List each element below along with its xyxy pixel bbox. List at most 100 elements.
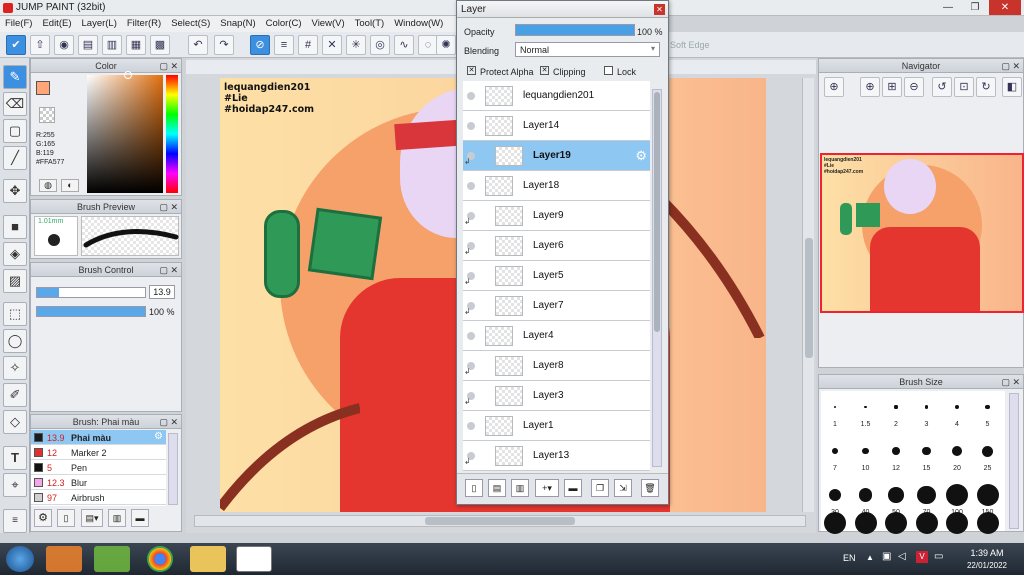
panel-close-icon[interactable]: ▢ ✕: [159, 200, 178, 214]
saturation-value-picker[interactable]: [87, 75, 163, 193]
snap-ellipse-icon[interactable]: ◌: [418, 35, 438, 55]
copy-brush-icon[interactable]: ▥: [108, 509, 126, 527]
brush-size-dot[interactable]: [864, 405, 867, 409]
menu-tool[interactable]: Tool(T): [350, 16, 390, 31]
more-tools-icon[interactable]: ≡: [3, 509, 27, 533]
select-eraser-tool-icon[interactable]: ◇: [3, 410, 27, 434]
brush-size-dot[interactable]: [954, 404, 960, 410]
brush-list-scrollbar[interactable]: [168, 433, 178, 505]
document-icon[interactable]: ▤: [78, 35, 98, 55]
brush-size-dot[interactable]: [917, 485, 936, 505]
layer-row[interactable]: ↲ Layer13: [463, 441, 650, 471]
new-layer-1bit-icon[interactable]: ▥: [511, 479, 529, 497]
brush-size-dot[interactable]: [976, 484, 999, 506]
network-icon[interactable]: ▣: [882, 551, 891, 562]
transparent-swatch[interactable]: [39, 107, 55, 123]
panel-close-icon[interactable]: ▢ ✕: [159, 415, 178, 429]
menu-edit[interactable]: Edit(E): [37, 16, 76, 31]
blending-select[interactable]: Normal ▾: [515, 42, 660, 57]
menu-filter[interactable]: Filter(R): [122, 16, 166, 31]
brush-opacity-slider[interactable]: [36, 306, 146, 317]
layer-row[interactable]: Layer14: [463, 111, 650, 141]
layer-row[interactable]: Layer18: [463, 171, 650, 201]
grid-alt-icon[interactable]: ▩: [150, 35, 170, 55]
menu-window[interactable]: Window(W): [389, 16, 448, 31]
brush-size-dot[interactable]: [833, 405, 837, 409]
file-explorer-icon[interactable]: [190, 546, 226, 572]
brush-folder-icon[interactable]: ▬: [131, 509, 149, 527]
close-icon[interactable]: ✕: [989, 0, 1021, 15]
app-green-icon[interactable]: [94, 546, 130, 572]
minimize-icon[interactable]: —: [935, 0, 961, 15]
undo-icon[interactable]: ↶: [188, 35, 208, 55]
zoom-full-icon[interactable]: ⊞: [882, 77, 902, 97]
color-set-icon[interactable]: ◍: [39, 179, 57, 192]
brush-list-item[interactable]: 97 Airbrush: [31, 490, 166, 505]
snap-vanish-icon[interactable]: ✺: [436, 35, 456, 55]
brush-size-dot[interactable]: [885, 512, 907, 534]
start-button[interactable]: [6, 546, 34, 572]
hue-slider[interactable]: [166, 75, 178, 193]
select-pen-tool-icon[interactable]: ✐: [3, 383, 27, 407]
brush-size-value[interactable]: 13.9: [149, 285, 175, 299]
power-icon[interactable]: ▭: [934, 551, 943, 562]
brush-size-dot[interactable]: [922, 446, 931, 456]
rotate-left-icon[interactable]: ↺: [932, 77, 952, 97]
flip-icon[interactable]: ◧: [1002, 77, 1022, 97]
zoom-fit-icon[interactable]: ⊕: [824, 77, 844, 97]
tray-expand-icon[interactable]: ▲: [866, 553, 874, 562]
brush-size-dot[interactable]: [854, 512, 877, 534]
merge-layer-icon[interactable]: ⇲: [614, 479, 632, 497]
volume-icon[interactable]: ◁: [898, 551, 906, 562]
eraser-tool-icon[interactable]: ⌫: [3, 92, 27, 116]
gradient-tool-icon[interactable]: ▨: [3, 269, 27, 293]
brush-size-dot[interactable]: [832, 448, 838, 454]
brush-size-dot[interactable]: [915, 512, 938, 534]
snap-cross-icon[interactable]: ✕: [322, 35, 342, 55]
magic-wand-tool-icon[interactable]: ✧: [3, 356, 27, 380]
menu-file[interactable]: File(F): [0, 16, 37, 31]
tray-app-icon[interactable]: V: [916, 551, 928, 563]
clipping-checkbox[interactable]: ✕: [540, 66, 549, 75]
layer-row[interactable]: ↲ Layer5: [463, 261, 650, 291]
language-indicator[interactable]: EN: [843, 553, 856, 563]
color-history-icon[interactable]: ◐: [61, 179, 79, 192]
lasso-tool-icon[interactable]: ◯: [3, 329, 27, 353]
grid-icon[interactable]: ▦: [126, 35, 146, 55]
snap-grid-icon[interactable]: #: [298, 35, 318, 55]
add-layer-menu-icon[interactable]: +▾: [535, 479, 559, 497]
brush-list-item[interactable]: 12.3 Blur: [31, 475, 166, 490]
check-icon[interactable]: ✔: [6, 35, 26, 55]
brush-settings-icon[interactable]: ⚙: [34, 509, 52, 527]
duplicate-layer-icon[interactable]: ❐: [591, 479, 609, 497]
panel-close-icon[interactable]: ▢ ✕: [1001, 59, 1020, 73]
layer-visibility-icon[interactable]: [467, 92, 475, 100]
zoom-in-icon[interactable]: ⊕: [860, 77, 880, 97]
canvas-vscrollbar[interactable]: [802, 78, 814, 512]
layer-opacity-slider[interactable]: [515, 24, 635, 36]
brush-list-item[interactable]: 13.9 Phai màu ⚙: [31, 430, 166, 445]
layer-row[interactable]: ↲ Layer7: [463, 291, 650, 321]
reset-view-icon[interactable]: ⊡: [954, 77, 974, 97]
dropper-tool-icon[interactable]: ⌖: [3, 473, 27, 497]
layer-row[interactable]: lequangdien201: [463, 81, 650, 111]
brush-size-dot[interactable]: [862, 447, 869, 455]
layer-row[interactable]: ↲ Layer19 ⚙: [463, 141, 650, 171]
brush-size-dot[interactable]: [858, 488, 873, 502]
new-brush-icon[interactable]: ▯: [57, 509, 75, 527]
brush-tool-icon[interactable]: ✎: [3, 65, 27, 89]
snap-radial-icon[interactable]: ✳: [346, 35, 366, 55]
menu-snap[interactable]: Snap(N): [215, 16, 260, 31]
layer-list-scrollbar[interactable]: [652, 89, 662, 467]
trash-icon[interactable]: 🗑: [641, 479, 659, 497]
bucket-tool-icon[interactable]: ◈: [3, 242, 27, 266]
panel-close-icon[interactable]: ▢ ✕: [1001, 375, 1020, 389]
snap-off-icon[interactable]: ⊘: [250, 35, 270, 55]
layer-window-close-icon[interactable]: ✕: [654, 4, 665, 15]
brush-list-item[interactable]: 5 Pen: [31, 460, 166, 475]
brush-list-item[interactable]: 12 Marker 2: [31, 445, 166, 460]
lock-checkbox[interactable]: [604, 66, 613, 75]
chrome-icon[interactable]: [147, 546, 173, 572]
brush-size-dot[interactable]: [888, 487, 904, 503]
menu-layer[interactable]: Layer(L): [77, 16, 122, 31]
